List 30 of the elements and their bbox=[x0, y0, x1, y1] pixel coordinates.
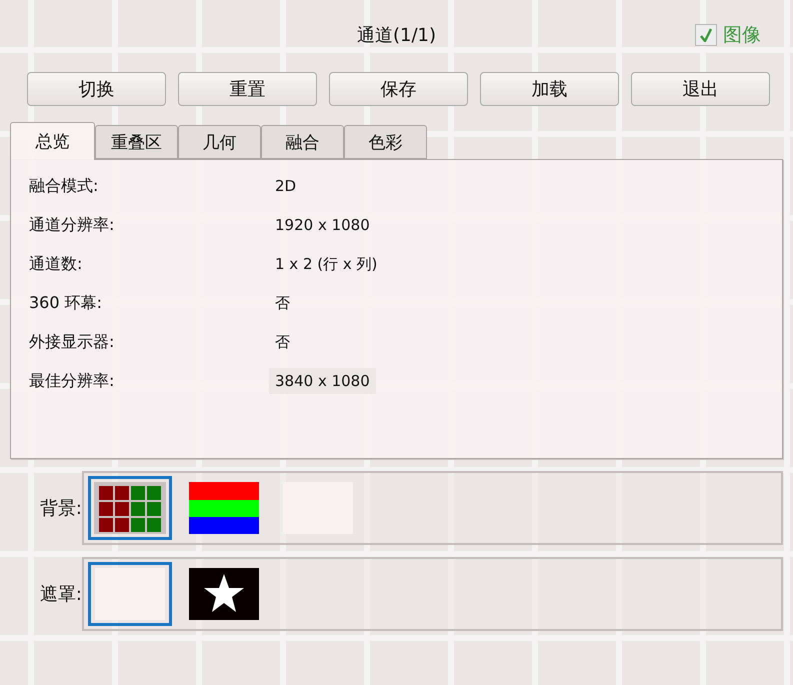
field-label: 通道分辨率: bbox=[29, 214, 116, 236]
row-label: 遮罩: bbox=[38, 583, 82, 606]
tab[interactable]: 重叠区 bbox=[95, 125, 178, 159]
toolbar-button[interactable]: 保存 bbox=[329, 72, 468, 106]
field-value: 1920 x 1080 bbox=[274, 215, 371, 236]
toolbar-button[interactable]: 加载 bbox=[480, 72, 619, 106]
color-grid-icon bbox=[94, 482, 166, 534]
row-label: 背景: bbox=[38, 497, 82, 520]
field-label: 360 环幕: bbox=[29, 292, 104, 314]
toolbar-button[interactable]: 切换 bbox=[27, 72, 166, 106]
field-label: 外接显示器: bbox=[29, 332, 116, 352]
field-label: 融合模式: bbox=[29, 176, 100, 196]
tab[interactable]: 色彩 bbox=[344, 125, 427, 159]
field-label: 通道数: bbox=[29, 254, 84, 274]
tab[interactable]: 几何 bbox=[178, 125, 261, 159]
field-value: 2D bbox=[274, 176, 298, 197]
window-title: 通道(1/1) bbox=[356, 24, 436, 47]
tab[interactable]: 融合 bbox=[261, 125, 344, 159]
field-label: 最佳分辨率: bbox=[29, 370, 116, 392]
field-value: 否 bbox=[274, 332, 291, 352]
color-bars-icon bbox=[189, 482, 259, 534]
checkmark-icon bbox=[700, 28, 712, 42]
field-value: 3840 x 1080 bbox=[269, 368, 376, 394]
option-swatch[interactable] bbox=[88, 562, 172, 626]
toolbar-button[interactable]: 退出 bbox=[631, 72, 770, 106]
toolbar-button[interactable]: 重置 bbox=[178, 72, 317, 106]
option-swatch[interactable] bbox=[88, 476, 172, 540]
tab[interactable]: 总览 bbox=[10, 122, 95, 160]
field-value: 1 x 2 (行 x 列) bbox=[274, 254, 378, 274]
field-value: 否 bbox=[274, 292, 291, 314]
